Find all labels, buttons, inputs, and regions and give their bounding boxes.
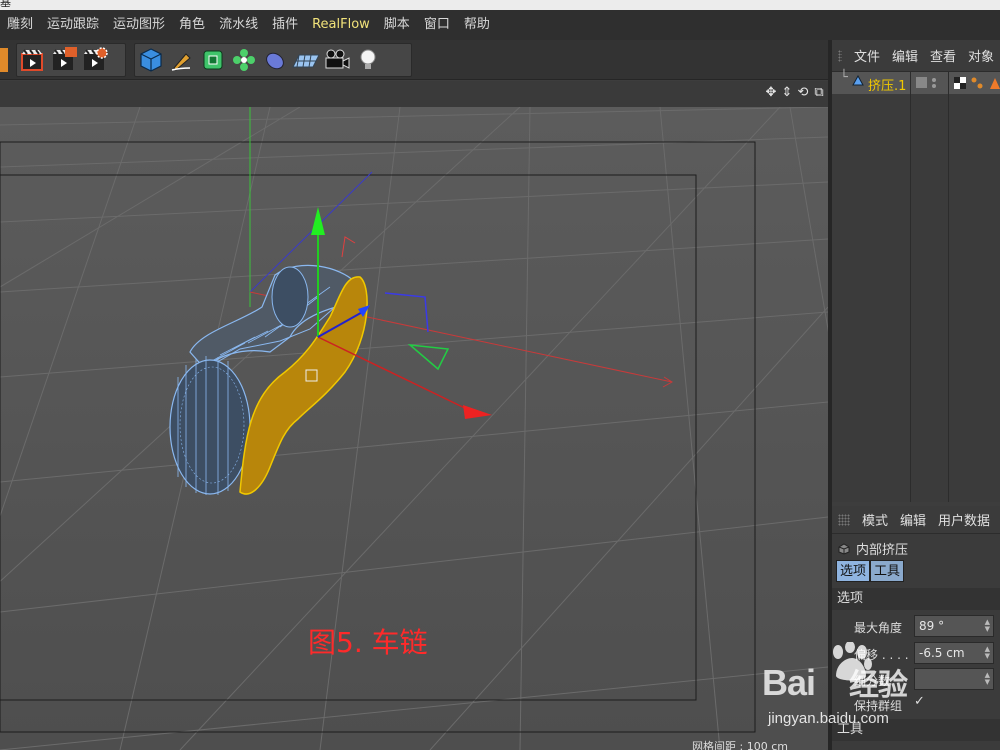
watermark-brand-latin: Bai	[762, 662, 816, 703]
tool-title: 内部挤压	[838, 539, 908, 558]
render-active-view-icon[interactable]	[17, 45, 48, 76]
stepper-arrows-icon[interactable]: ▲ ▼	[985, 646, 990, 660]
section-options: 选项	[832, 588, 1000, 610]
object-name: 挤压.1	[868, 79, 907, 94]
object-row-extrude[interactable]: └ 挤压.1	[832, 70, 1000, 94]
render-settings-icon[interactable]	[79, 45, 110, 76]
panel-grip-icon[interactable]	[838, 513, 850, 526]
max-angle-field[interactable]: 89 ° ▲ ▼	[914, 615, 994, 637]
window-title-strip: 基	[0, 0, 1000, 10]
pen-icon[interactable]	[166, 45, 197, 76]
object-manager: 文件 编辑 查看 对象 └ 挤压.1	[832, 40, 1000, 502]
array-icon[interactable]	[228, 45, 259, 76]
baidu-watermark: Bai 经验 jingyan.baidu.com	[762, 640, 962, 740]
light-icon[interactable]	[352, 45, 383, 76]
viewport-header: ✥ ⇕ ⟲ ⧉	[0, 81, 828, 107]
attribute-manager-menu: 模式 编辑 用户数据	[832, 506, 1000, 534]
deformer-icon[interactable]	[259, 45, 290, 76]
watermark-brand-cn: 经验	[849, 669, 908, 702]
tab-options[interactable]: 选项	[836, 560, 871, 582]
maximize-view-icon[interactable]: ⧉	[812, 85, 826, 101]
3d-viewport[interactable]: 图5. 车链 网格间距 : 100 cm	[0, 107, 828, 750]
rotate-view-icon[interactable]: ⟲	[796, 85, 810, 101]
stepper-arrows-icon[interactable]: ▲ ▼	[985, 619, 990, 633]
menu-help[interactable]: 帮助	[457, 10, 497, 40]
menu-plugins[interactable]: 插件	[265, 10, 305, 40]
main-toolbar	[0, 40, 832, 80]
object-group	[134, 43, 412, 77]
om-menu-edit[interactable]: 编辑	[886, 46, 924, 65]
x-axis-handle-icon[interactable]	[463, 405, 492, 419]
stepper-arrows-icon[interactable]: ▲ ▼	[985, 672, 990, 686]
max-angle-label: 最大角度	[854, 621, 903, 635]
menu-window[interactable]: 窗口	[417, 10, 457, 40]
menu-pipeline[interactable]: 流水线	[212, 10, 265, 40]
om-menu-view[interactable]: 查看	[924, 46, 962, 65]
render-group	[16, 43, 126, 77]
xz-plane-handle-icon[interactable]	[384, 292, 429, 333]
object-manager-menu: 文件 编辑 查看 对象	[832, 40, 1000, 72]
xy-plane-handle-icon[interactable]	[341, 236, 356, 258]
floor-icon[interactable]	[290, 45, 321, 76]
zoom-view-icon[interactable]: ⇕	[780, 85, 794, 101]
y-axis-handle-icon[interactable]	[311, 207, 325, 235]
om-menu-file[interactable]: 文件	[848, 46, 886, 65]
menu-motion-tracking[interactable]: 运动跟踪	[40, 10, 106, 40]
object-tags-icon[interactable]	[954, 76, 1000, 90]
max-angle-value: 89 °	[919, 619, 945, 633]
tool-title-text: 内部挤压	[856, 543, 909, 558]
menu-realflow[interactable]: RealFlow	[305, 10, 377, 40]
cube-icon[interactable]	[135, 45, 166, 76]
window-title: 基	[0, 0, 11, 9]
am-menu-user-data[interactable]: 用户数据	[932, 510, 996, 529]
menu-bar: 雕刻 运动跟踪 运动图形 角色 流水线 插件 RealFlow 脚本 窗口 帮助	[0, 10, 1000, 40]
menu-script[interactable]: 脚本	[377, 10, 417, 40]
panel-grip-icon[interactable]	[838, 49, 842, 62]
tab-tool[interactable]: 工具	[870, 560, 905, 582]
menu-character[interactable]: 角色	[172, 10, 212, 40]
om-column-divider[interactable]	[910, 72, 911, 502]
viewport-nav: ✥ ⇕ ⟲ ⧉	[764, 85, 826, 101]
yz-plane-handle-icon[interactable]	[407, 344, 450, 371]
render-to-picture-viewer-icon[interactable]	[48, 45, 79, 76]
am-menu-edit[interactable]: 编辑	[894, 510, 932, 529]
inner-extrude-tool-icon	[838, 542, 850, 555]
extrude-object-icon	[852, 75, 864, 86]
am-menu-mode[interactable]: 模式	[856, 510, 894, 529]
move-view-icon[interactable]: ✥	[764, 85, 778, 101]
toolbar-edge-icon[interactable]	[0, 48, 8, 72]
om-column-divider[interactable]	[948, 72, 949, 502]
visibility-dots-icon[interactable]	[916, 76, 940, 90]
menu-sculpt[interactable]: 雕刻	[0, 10, 40, 40]
chain-link-object[interactable]	[169, 264, 368, 495]
subdivision-icon[interactable]	[197, 45, 228, 76]
watermark-brand: Bai 经验	[762, 660, 908, 704]
tree-branch-icon: └	[840, 70, 848, 85]
om-menu-objects[interactable]: 对象	[962, 46, 1000, 65]
menu-mograph[interactable]: 运动图形	[106, 10, 172, 40]
camera-icon[interactable]	[321, 45, 352, 76]
watermark-url: jingyan.baidu.com	[768, 710, 889, 727]
figure-caption: 图5. 车链	[308, 626, 428, 659]
